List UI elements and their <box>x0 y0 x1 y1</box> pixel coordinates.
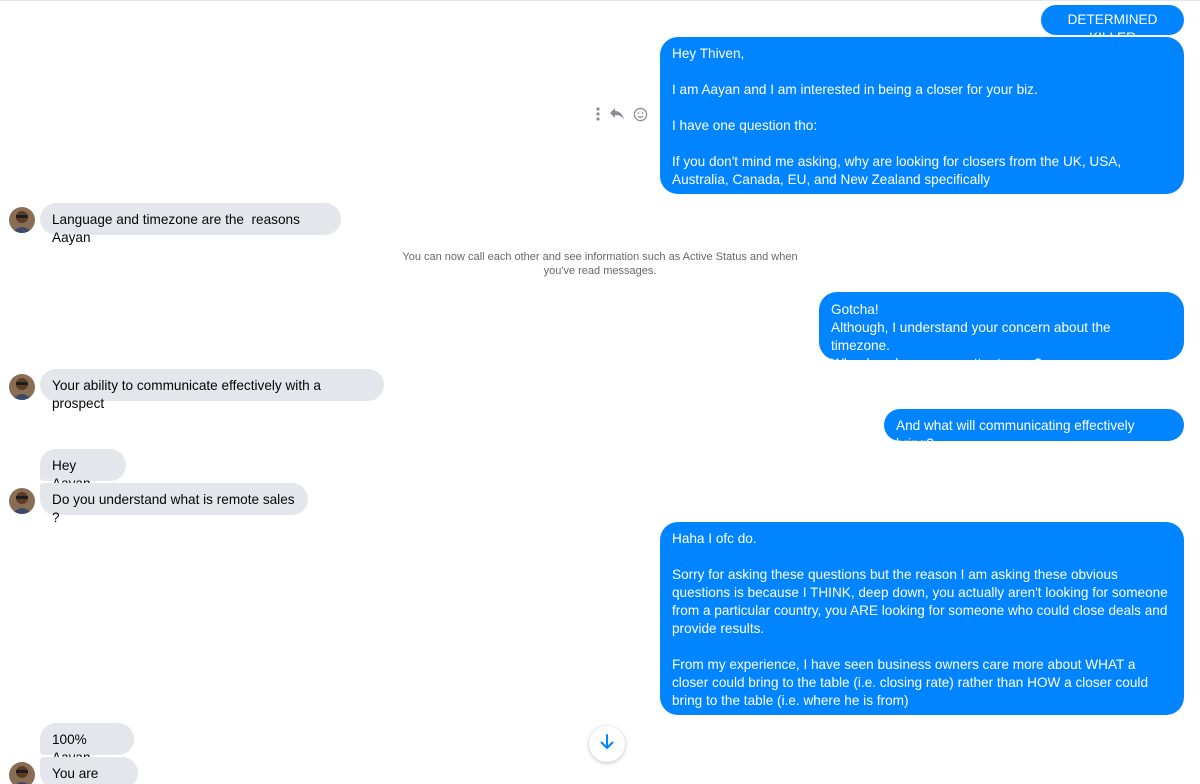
more-vertical-icon[interactable] <box>595 106 601 122</box>
outgoing-message[interactable]: Gotcha! Although, I understand your conc… <box>819 292 1184 371</box>
incoming-message[interactable]: Do you understand what is remote sales ? <box>40 483 308 525</box>
avatar[interactable] <box>9 374 35 400</box>
chat-thread: DETERMINED KILLER Hey Thiven, I am Aayan… <box>0 0 1200 784</box>
incoming-message[interactable]: You are right <box>40 757 138 784</box>
scroll-to-bottom-button[interactable] <box>589 726 625 762</box>
arrow-down-icon <box>599 733 615 756</box>
outgoing-message[interactable]: And what will communicating effectively … <box>884 409 1184 451</box>
reply-icon[interactable] <box>609 107 625 121</box>
outgoing-message[interactable]: DETERMINED KILLER <box>1041 5 1184 45</box>
avatar[interactable] <box>9 207 35 233</box>
outgoing-message[interactable]: Haha I ofc do. Sorry for asking these qu… <box>660 522 1184 715</box>
smiley-icon[interactable] <box>633 107 648 122</box>
system-notice: You can now call each other and see info… <box>402 251 798 277</box>
avatar[interactable] <box>9 488 35 514</box>
incoming-message[interactable]: Your ability to communicate effectively … <box>40 369 384 411</box>
incoming-message[interactable]: Language and timezone are the reasons Aa… <box>40 203 341 245</box>
incoming-message[interactable]: Hey Aayan <box>40 449 126 491</box>
incoming-message[interactable]: 100% Aayan <box>40 723 134 765</box>
outgoing-message[interactable]: Hey Thiven, I am Aayan and I am interest… <box>660 37 1184 194</box>
avatar[interactable] <box>9 762 35 784</box>
top-divider <box>0 0 1200 1</box>
message-actions <box>595 106 648 122</box>
